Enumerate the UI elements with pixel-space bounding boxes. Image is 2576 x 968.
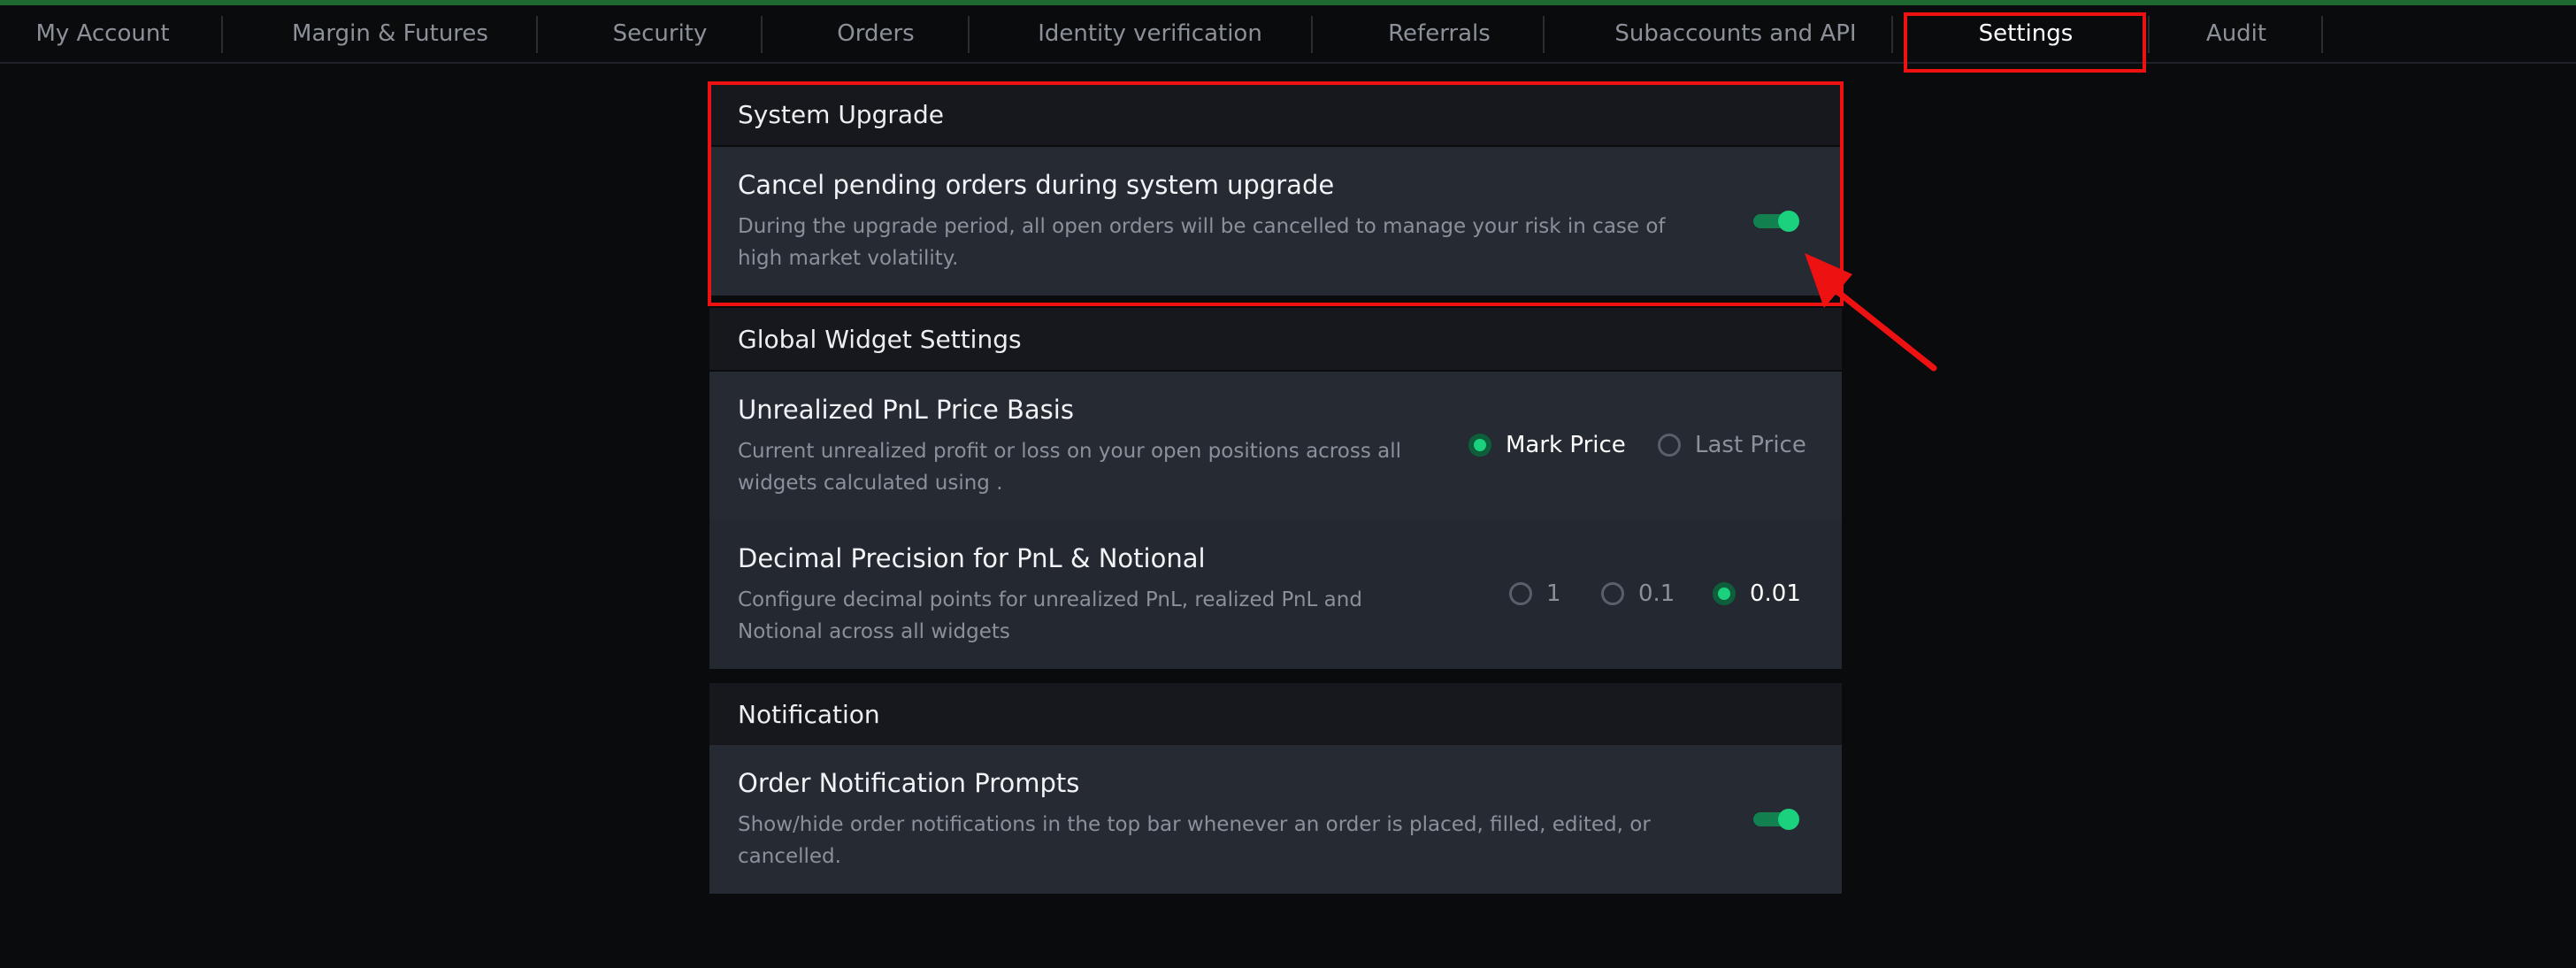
tab-identity-verification[interactable]: Identity verification (1008, 5, 1292, 62)
tab-divider (1891, 16, 1893, 53)
section-title: Notification (738, 699, 880, 729)
radio-precision-0-1[interactable]: 0.1 (1601, 580, 1675, 607)
decimal-precision-row: Decimal Precision for PnL & Notional Con… (709, 520, 1842, 669)
radio-label: Last Price (1695, 432, 1806, 458)
radio-precision-1[interactable]: 1 (1509, 580, 1561, 607)
radio-precision-0-01[interactable]: 0.01 (1713, 580, 1801, 607)
tab-divider (1311, 16, 1313, 53)
global-widget-settings-header: Global Widget Settings (709, 308, 1842, 370)
cancel-orders-toggle[interactable] (1753, 211, 1799, 232)
account-tab-bar: My Account Margin & Futures Security Ord… (0, 5, 2576, 64)
tab-divider (968, 16, 970, 53)
tab-divider (2321, 16, 2323, 53)
tab-settings[interactable]: Settings (1905, 5, 2146, 62)
radio-label: Mark Price (1506, 432, 1626, 458)
order-notification-row: Order Notification Prompts Show/hide ord… (709, 745, 1842, 894)
radio-selected-icon (1713, 582, 1736, 605)
order-notification-toggle[interactable] (1753, 809, 1799, 830)
tab-security[interactable]: Security (580, 5, 740, 62)
system-upgrade-header: System Upgrade (709, 83, 1842, 145)
tab-margin-futures[interactable]: Margin & Futures (257, 5, 524, 62)
tab-referrals[interactable]: Referrals (1341, 5, 1537, 62)
tab-my-account[interactable]: My Account (0, 5, 205, 62)
radio-label: 1 (1546, 580, 1561, 607)
setting-description: Current unrealized profit or loss on you… (738, 440, 1401, 495)
radio-unselected-icon (1601, 582, 1624, 605)
radio-mark-price[interactable]: Mark Price (1468, 432, 1626, 458)
radio-label: 0.1 (1638, 580, 1675, 607)
tab-divider (1543, 16, 1545, 53)
setting-description: Configure decimal points for unrealized … (738, 588, 1362, 643)
toggle-knob (1778, 809, 1799, 830)
setting-description: During the upgrade period, all open orde… (738, 215, 1666, 270)
notification-header: Notification (709, 683, 1842, 745)
radio-last-price[interactable]: Last Price (1658, 432, 1806, 458)
section-title: Global Widget Settings (738, 324, 1022, 354)
radio-label: 0.01 (1750, 580, 1801, 607)
tab-audit[interactable]: Audit (2155, 5, 2318, 62)
section-title: System Upgrade (738, 99, 945, 129)
tab-orders[interactable]: Orders (796, 5, 955, 62)
setting-title: Cancel pending orders during system upgr… (738, 170, 1335, 200)
pnl-price-basis-row: Unrealized PnL Price Basis Current unrea… (709, 372, 1842, 520)
radio-unselected-icon (1658, 434, 1681, 457)
cancel-orders-setting-row: Cancel pending orders during system upgr… (709, 147, 1842, 296)
setting-description: Show/hide order notifications in the top… (738, 813, 1651, 868)
tab-divider (2148, 16, 2150, 53)
toggle-knob (1778, 211, 1799, 232)
radio-selected-icon (1468, 434, 1491, 457)
setting-title: Unrealized PnL Price Basis (738, 395, 1074, 425)
tab-divider (536, 16, 538, 53)
setting-title: Decimal Precision for PnL & Notional (738, 543, 1206, 573)
tab-divider (221, 16, 223, 53)
radio-unselected-icon (1509, 582, 1532, 605)
setting-title: Order Notification Prompts (738, 768, 1080, 798)
tab-divider (761, 16, 763, 53)
tab-subaccounts-api[interactable]: Subaccounts and API (1583, 5, 1888, 62)
